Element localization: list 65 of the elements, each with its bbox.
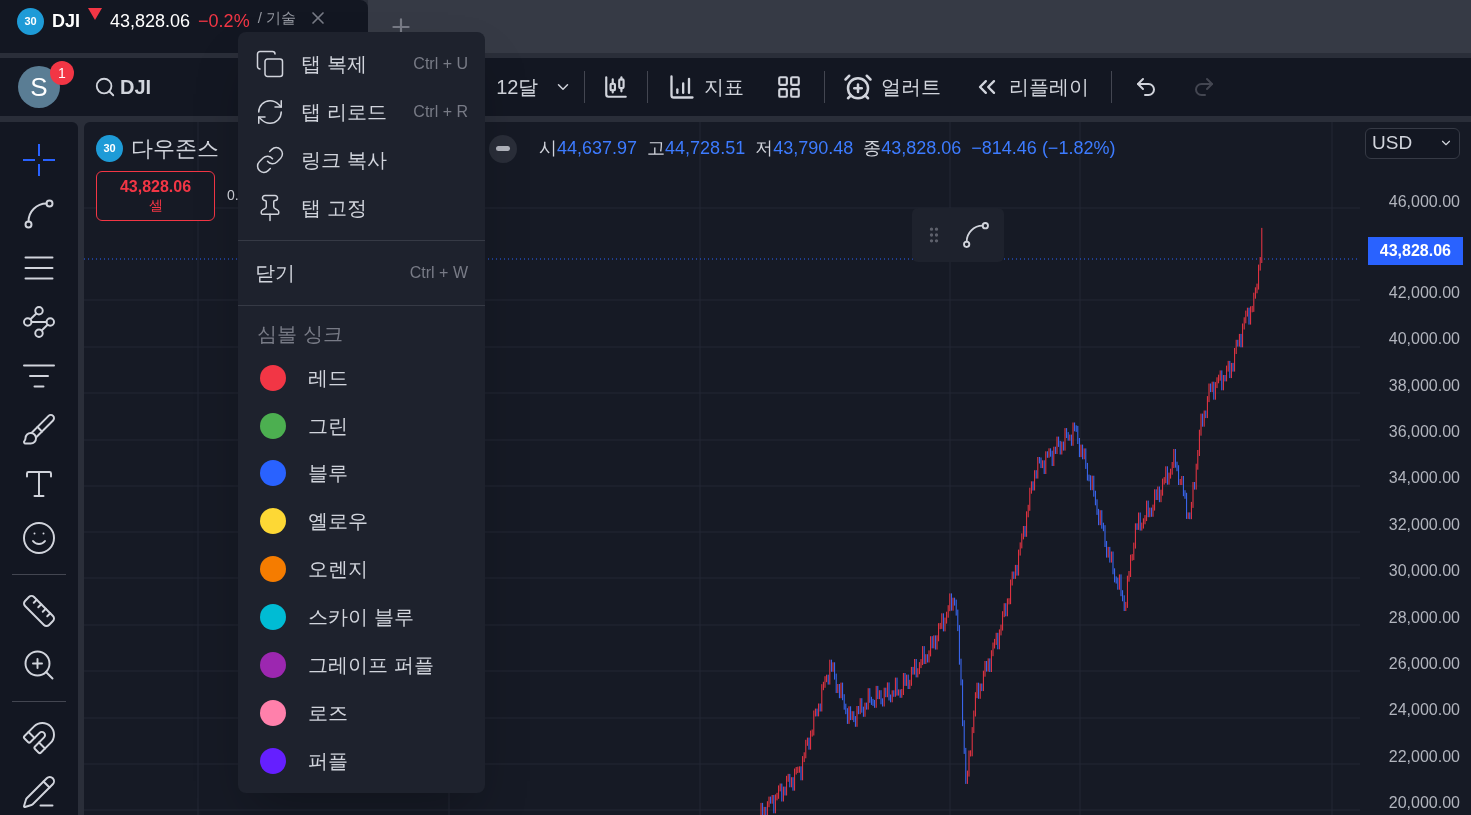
tab-symbol: DJI [52,10,80,33]
tab-label: / 기술 [257,8,296,28]
color-option[interactable]: 그레이프 퍼플 [238,641,485,690]
interval-dropdown[interactable]: 12달 [496,72,585,102]
section-header: 심볼 싱크 [256,321,344,347]
price-change: −814.46 (−1.82%) [971,137,1116,160]
price-tick: 22,000.00 [1388,746,1460,767]
pattern-icon[interactable] [21,304,57,340]
alert-button[interactable]: 얼러트 [843,72,942,102]
symbol-badge: 30 [96,135,123,162]
color-option[interactable]: 레드 [238,353,485,402]
color-option[interactable]: 스카이 블루 [238,593,485,642]
trend-line-icon[interactable] [960,219,992,251]
price-tick: 40,000.00 [1388,329,1460,350]
price-tick: 26,000.00 [1388,654,1460,674]
collapse-legend-button[interactable] [489,134,517,163]
ohlc-value: 저43,790.48 [755,137,854,160]
spread-value: 0. [227,186,239,205]
indicators-button[interactable]: 지표 [668,72,745,102]
user-avatar[interactable]: S [18,66,60,108]
symbol-name: 다우존스 [131,135,219,163]
tab-change: −0.2% [198,10,250,33]
layout-grid-icon[interactable] [776,74,803,100]
tab-price: 43,828.06 [110,10,191,33]
menu-item[interactable]: 링크 복사 [238,135,485,184]
price-tick: 24,000.00 [1388,700,1460,721]
magnet-icon[interactable] [21,720,57,756]
symbol-search[interactable]: DJI [94,72,152,102]
color-option[interactable]: 블루 [238,449,485,498]
price-tick: 30,000.00 [1388,561,1460,582]
ruler-icon[interactable] [21,593,57,629]
color-option[interactable]: 옐로우 [238,497,485,546]
current-price-label: 43,828.06 [1367,236,1463,265]
price-tick: 32,000.00 [1388,514,1460,535]
crosshair-icon[interactable] [21,142,57,178]
color-option[interactable]: 그린 [238,401,485,450]
smiley-icon[interactable] [21,520,57,556]
ohlc-value: 시44,637.97 [539,137,638,160]
menu-item[interactable]: 탭 고정 [238,183,485,232]
currency-dropdown[interactable]: USD [1365,128,1460,159]
alarm-clock-icon [843,72,874,102]
down-triangle-icon [88,8,102,20]
copy-icon [255,48,285,79]
menu-item[interactable]: 탭 리로드 Ctrl + R [238,87,485,136]
price-tick: 46,000.00 [1388,191,1460,212]
link-icon [255,144,285,175]
candlestick-icon[interactable] [603,74,630,100]
sell-button[interactable]: 43,828.06 셀 [96,171,215,221]
ohlc-value: 종43,828.06 [863,137,962,160]
search-icon [94,76,116,98]
color-option[interactable]: 로즈 [238,689,485,738]
color-option[interactable]: 오렌지 [238,545,485,594]
menu-item[interactable]: 닫기 Ctrl + W [238,248,485,297]
symbol-badge: 30 [17,8,44,35]
ohlc-value: 고44,728.51 [647,137,746,160]
price-tick: 34,000.00 [1388,468,1460,489]
price-tick: 38,000.00 [1388,375,1460,396]
replay-button[interactable]: 리플레이 [973,72,1090,102]
price-tick: 20,000.00 [1388,793,1460,814]
notification-badge: 1 [50,61,74,85]
price-tick: 36,000.00 [1388,422,1460,443]
price-tick: 28,000.00 [1388,607,1460,628]
price-tick: 42,000.00 [1388,282,1460,303]
bar-chart-icon [668,73,697,101]
color-option[interactable]: 퍼플 [238,737,485,786]
